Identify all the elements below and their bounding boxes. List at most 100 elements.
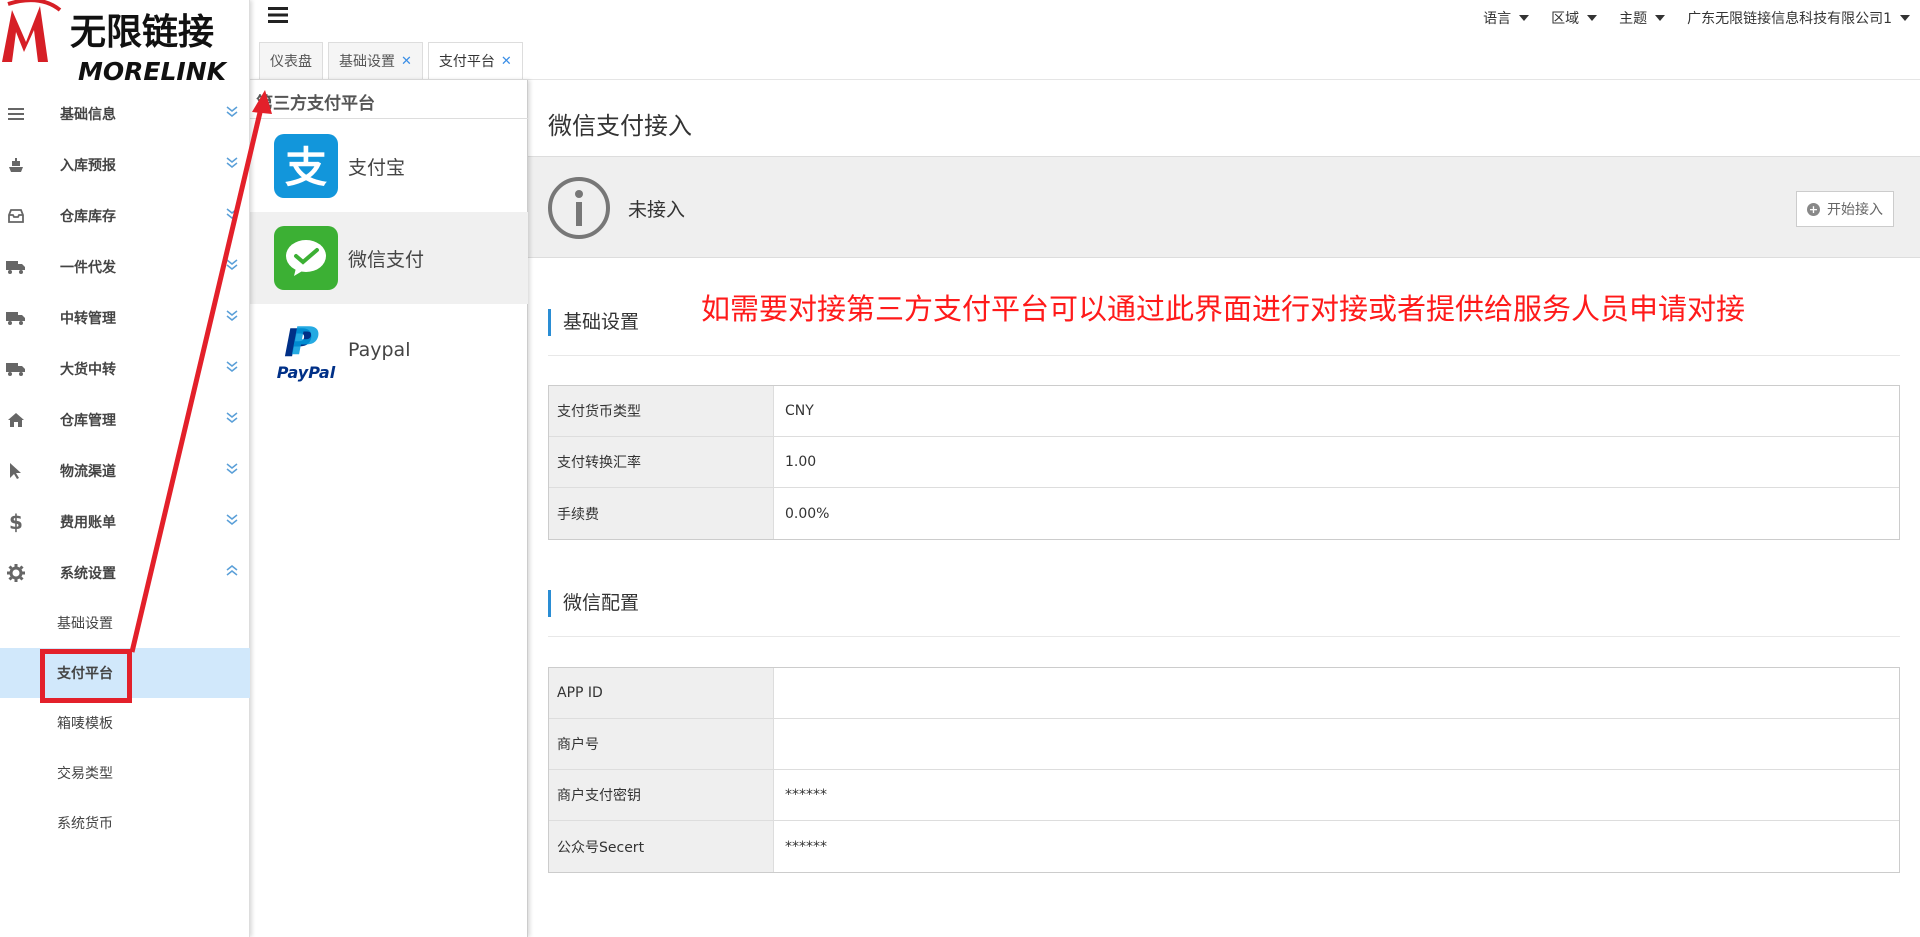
sidebar-subitem-box-label-template[interactable]: 箱唛模板: [0, 698, 250, 748]
section-title-wechat: 微信配置: [548, 590, 639, 617]
paypal-icon: P P PayPal: [274, 318, 338, 382]
svg-text:无限链接: 无限链接: [70, 12, 214, 53]
row-value: [774, 719, 1899, 769]
company-dropdown[interactable]: 广东无限链接信息科技有限公司1: [1687, 8, 1910, 28]
tab-label: 支付平台: [438, 54, 495, 70]
start-integration-button[interactable]: + 开始接入: [1796, 191, 1894, 227]
basic-settings-table: 支付货币类型 CNY 支付转换汇率 1.00 手续费 0.00%: [548, 385, 1900, 540]
status-text: 未接入: [628, 199, 686, 221]
plus-circle-icon: +: [1807, 202, 1820, 216]
close-icon[interactable]: ✕: [501, 54, 512, 69]
sidebar-item-label: 入库预报: [60, 157, 116, 174]
sidebar-item-label: 基础信息: [60, 106, 116, 123]
sidebar-item-transit-management[interactable]: 中转管理: [0, 292, 250, 343]
truck-icon: [6, 359, 26, 379]
caret-down-icon: [1655, 15, 1666, 21]
annotation-note: 如需要对接第三方支付平台可以通过此界面进行对接或者提供给服务人员申请对接: [701, 292, 1746, 326]
platform-label: 支付宝: [348, 156, 406, 179]
info-icon: [547, 176, 611, 240]
sidebar-subitem-basic-settings[interactable]: 基础设置: [0, 598, 250, 648]
sidebar-item-label: 仓库库存: [60, 208, 116, 225]
chevron-double-down-icon: [226, 309, 238, 326]
language-dropdown[interactable]: 语言: [1483, 8, 1530, 28]
language-label: 语言: [1483, 11, 1512, 27]
tab-label: 仪表盘: [270, 54, 312, 70]
sidebar-item-label: 系统设置: [60, 565, 116, 582]
sidebar-item-logistics-channel[interactable]: 物流渠道: [0, 445, 250, 496]
panel-title: 第三方支付平台: [256, 94, 375, 114]
sidebar-item-inbound-forecast[interactable]: 入库预报: [0, 139, 250, 190]
platform-alipay[interactable]: 支 支付宝: [250, 120, 528, 212]
sidebar-item-warehouse-management[interactable]: 仓库管理: [0, 394, 250, 445]
truck-icon: [6, 308, 26, 328]
row-value: ******: [785, 838, 827, 855]
chevron-double-up-icon: [226, 564, 238, 581]
table-row: 支付货币类型 CNY: [549, 386, 1899, 437]
chevron-double-down-icon: [226, 156, 238, 173]
sidebar-item-dropshipping[interactable]: 一件代发: [0, 241, 250, 292]
sidebar-item-system-settings[interactable]: 系统设置: [0, 547, 250, 598]
sidebar-item-basic-info[interactable]: 基础信息: [0, 88, 250, 139]
sidebar-item-billing[interactable]: $ 费用账单: [0, 496, 250, 547]
row-value: 0.00%: [785, 505, 830, 522]
sidebar-item-label: 一件代发: [60, 259, 116, 276]
sidebar-subitem-system-currency[interactable]: 系统货币: [0, 798, 250, 848]
row-key: 支付转换汇率: [549, 437, 774, 487]
chevron-double-down-icon: [226, 105, 238, 122]
row-key: 商户号: [549, 719, 774, 769]
svg-text:MORELINK: MORELINK: [78, 57, 228, 84]
row-key: 商户支付密钥: [549, 770, 774, 820]
chevron-double-down-icon: [226, 513, 238, 530]
company-label: 广东无限链接信息科技有限公司1: [1687, 11, 1892, 27]
sidebar-subitem-label: 基础设置: [57, 616, 113, 632]
section-title-basic: 基础设置: [548, 309, 639, 336]
page-title: 微信支付接入: [548, 112, 692, 140]
chevron-double-down-icon: [226, 258, 238, 275]
sidebar-item-bulk-transit[interactable]: 大货中转: [0, 343, 250, 394]
sidebar-subitem-transaction-type[interactable]: 交易类型: [0, 748, 250, 798]
svg-text:PayPal: PayPal: [277, 363, 336, 382]
svg-text:P: P: [291, 319, 319, 363]
theme-label: 主题: [1619, 11, 1648, 27]
table-row: 商户号: [549, 719, 1899, 770]
page-tabs: 仪表盘 基础设置 ✕ 支付平台 ✕: [259, 42, 528, 79]
payment-platform-panel: 第三方支付平台 支 支付宝 微信支付 P P PayPal Paypal: [250, 80, 528, 937]
top-right-menus: 语言 区域 主题 广东无限链接信息科技有限公司1: [1461, 8, 1910, 28]
caret-down-icon: [1519, 15, 1530, 21]
close-icon[interactable]: ✕: [401, 54, 412, 69]
sidebar-item-label: 费用账单: [60, 514, 116, 531]
theme-dropdown[interactable]: 主题: [1619, 8, 1666, 28]
row-value: 1.00: [785, 454, 817, 470]
dollar-icon: $: [9, 509, 23, 534]
morelink-logo[interactable]: 无限链接 MORELINK: [0, 0, 250, 86]
button-label: 开始接入: [1827, 202, 1883, 218]
home-icon: [6, 410, 26, 430]
tab-basic-settings[interactable]: 基础设置 ✕: [328, 42, 423, 79]
chevron-double-down-icon: [226, 411, 238, 428]
row-key: 公众号Secert: [549, 821, 774, 872]
table-row: 手续费 0.00%: [549, 488, 1899, 539]
truck-icon: [6, 257, 26, 277]
divider: [250, 118, 528, 119]
row-value: CNY: [785, 403, 814, 419]
tab-payment-platform[interactable]: 支付平台 ✕: [427, 42, 523, 79]
platform-wechat-pay[interactable]: 微信支付: [250, 212, 528, 304]
annotation-highlight-box: [40, 649, 132, 703]
chevron-double-down-icon: [226, 462, 238, 479]
top-bar: 语言 区域 主题 广东无限链接信息科技有限公司1: [250, 0, 1920, 38]
chevron-double-down-icon: [226, 207, 238, 224]
sidebar-item-label: 大货中转: [60, 361, 116, 378]
svg-text:支: 支: [285, 143, 327, 192]
sidebar-item-warehouse-stock[interactable]: 仓库库存: [0, 190, 250, 241]
sidebar-subitem-label: 系统货币: [57, 816, 113, 832]
region-dropdown[interactable]: 区域: [1551, 8, 1598, 28]
row-value: ******: [785, 787, 827, 803]
table-row: 支付转换汇率 1.00: [549, 437, 1899, 488]
platform-paypal[interactable]: P P PayPal Paypal: [250, 304, 528, 396]
row-key: 手续费: [549, 488, 774, 539]
tab-dashboard[interactable]: 仪表盘: [259, 42, 323, 79]
sidebar-menu: 基础信息 入库预报 仓库库存 一件代发 中转管理 大货中转 仓库管理 物流渠道 …: [0, 88, 250, 848]
sidebar: 无限链接 MORELINK 基础信息 入库预报 仓库库存 一件代发 中转管理 大…: [0, 0, 250, 937]
table-row: APP ID: [549, 668, 1899, 719]
hamburger-menu-icon[interactable]: [268, 6, 288, 28]
